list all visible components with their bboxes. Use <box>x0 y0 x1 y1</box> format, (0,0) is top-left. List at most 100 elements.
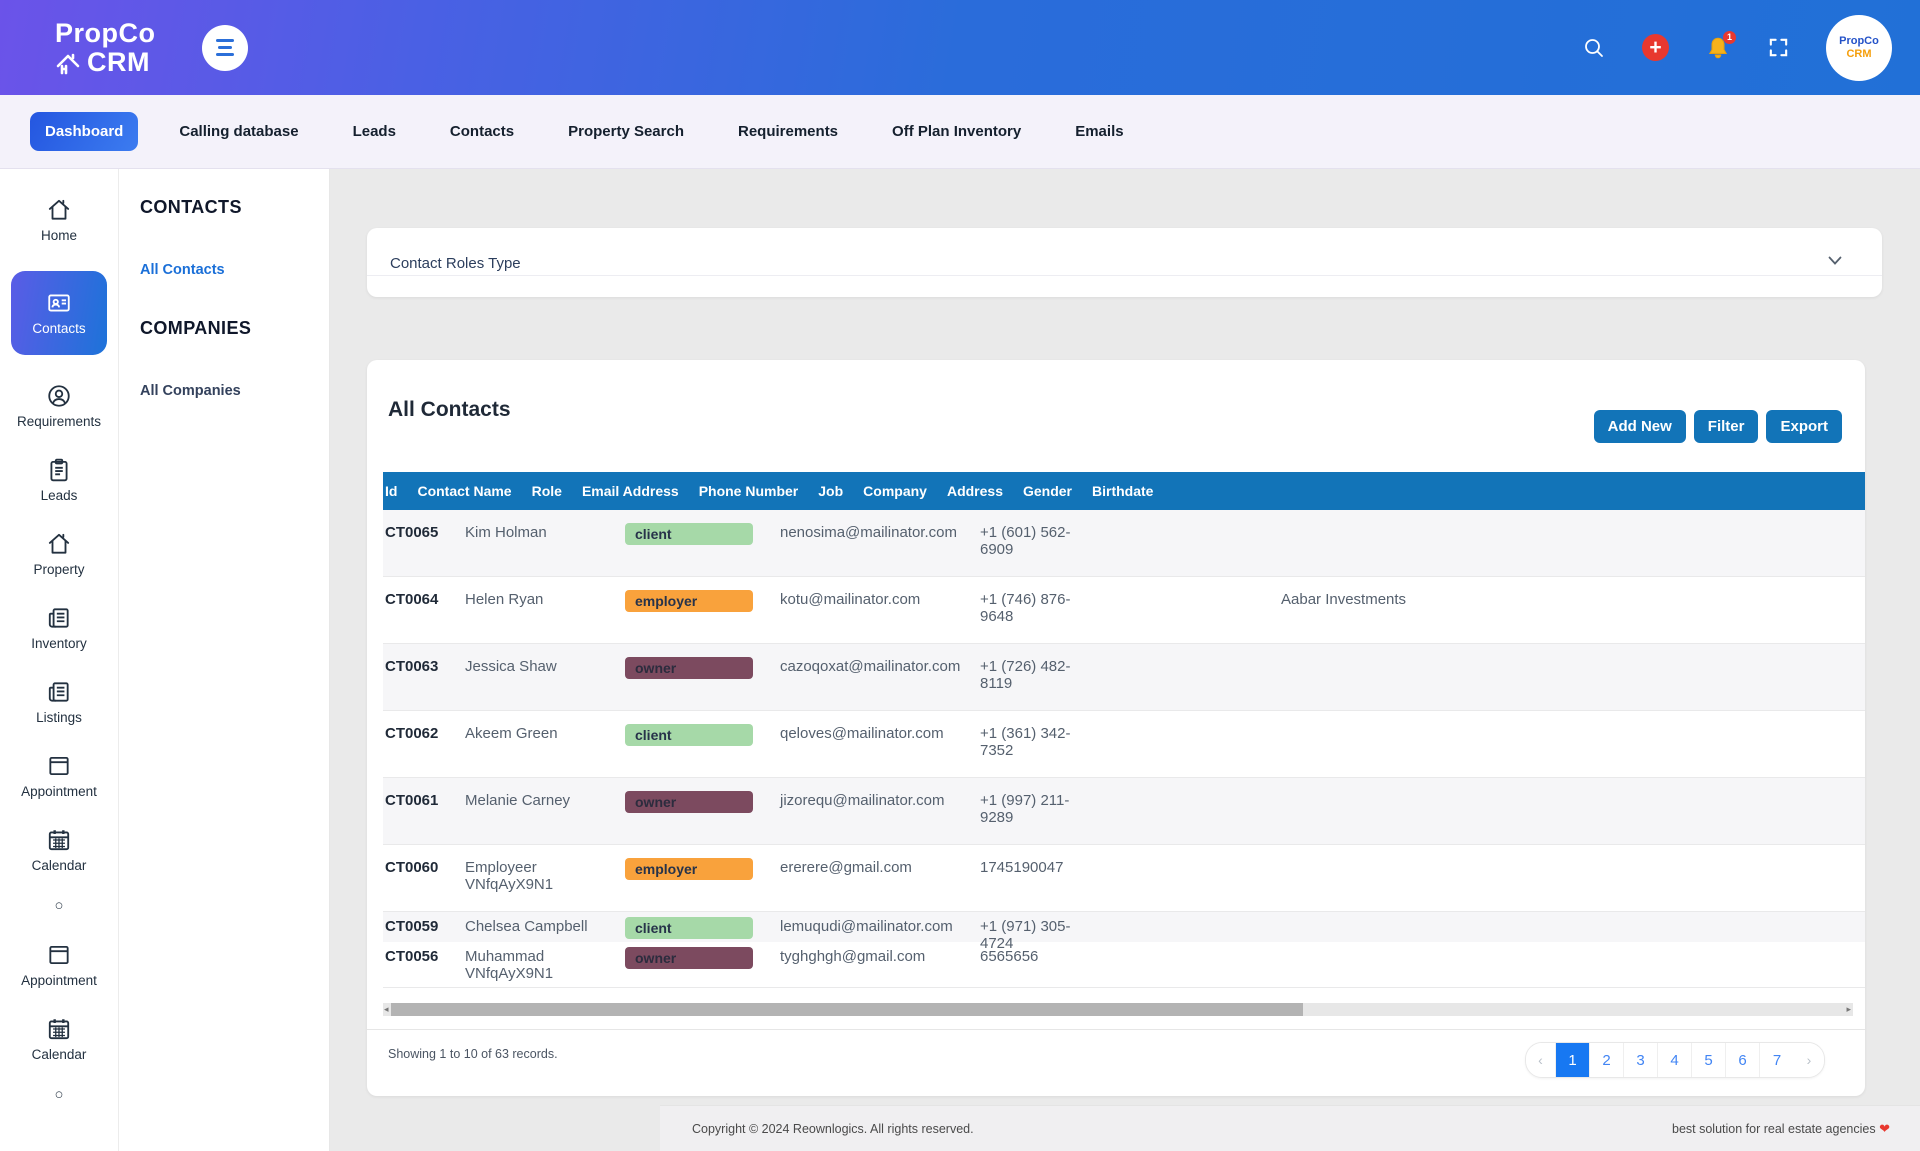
main-nav-tab[interactable]: Contacts <box>423 123 541 140</box>
table-row[interactable]: CT0063 Jessica Shaw owner cazoqoxat@mail… <box>383 644 1865 711</box>
avatar-logo-text-bottom: CRM <box>1846 48 1871 60</box>
table-row[interactable]: CT0060 Employeer VNfqAyX9N1 employer ere… <box>383 845 1865 912</box>
menu-toggle-button[interactable] <box>202 25 248 71</box>
table-header-cell[interactable]: Contact Name <box>415 483 529 499</box>
cell-email: qeloves@mailinator.com <box>778 711 978 777</box>
role-badge: client <box>625 724 753 746</box>
home-icon <box>46 197 72 223</box>
pagination: ‹ 1 2 3 4 5 6 7 <box>1525 1042 1825 1078</box>
role-badge: owner <box>625 791 753 813</box>
main-nav-tab[interactable]: Dashboard <box>30 112 138 151</box>
sidebar-item[interactable]: Requirements <box>11 383 107 429</box>
pagination-page-button[interactable]: 2 <box>1590 1043 1624 1077</box>
pagination-page-button[interactable]: 3 <box>1624 1043 1658 1077</box>
cell-birthdate <box>1829 711 1865 777</box>
table-row[interactable]: CT0064 Helen Ryan employer kotu@mailinat… <box>383 577 1865 644</box>
search-icon[interactable] <box>1582 36 1606 60</box>
sidebar-item[interactable]: Contacts <box>11 271 107 355</box>
pagination-next-button[interactable]: › <box>1794 1043 1824 1077</box>
sidebar-item[interactable] <box>11 901 107 914</box>
newspaper-icon <box>46 605 72 631</box>
table-row[interactable]: CT0065 Kim Holman client nenosima@mailin… <box>383 510 1865 577</box>
cell-address <box>1439 845 1694 911</box>
table-header-cell[interactable]: Email Address <box>580 483 697 499</box>
pagination-prev-button[interactable]: ‹ <box>1526 1043 1556 1077</box>
cell-contact-id: CT0059 <box>383 912 463 942</box>
cell-contact-name: Kim Holman <box>463 510 623 576</box>
cell-contact-name: Helen Ryan <box>463 577 623 643</box>
table-header-cell[interactable]: Gender <box>1021 483 1090 499</box>
table-row[interactable]: CT0061 Melanie Carney owner jizorequ@mai… <box>383 778 1865 845</box>
table-row[interactable]: CT0062 Akeem Green client qeloves@mailin… <box>383 711 1865 778</box>
filter-button[interactable]: Filter <box>1694 410 1759 443</box>
footer: Copyright © 2024 Reownlogics. All rights… <box>660 1105 1920 1151</box>
cell-address <box>1439 778 1694 844</box>
main-nav-tab[interactable]: Off Plan Inventory <box>865 123 1048 140</box>
pagination-page-label: 6 <box>1738 1052 1746 1069</box>
cell-company <box>1279 845 1439 911</box>
main-nav-tab[interactable]: Leads <box>326 123 423 140</box>
cell-address <box>1439 510 1694 576</box>
cell-job <box>1124 912 1279 942</box>
app-logo: PropCo CRM <box>55 20 156 76</box>
table-header-cell[interactable]: Address <box>945 483 1021 499</box>
sidebar-item[interactable]: Appointment <box>11 942 107 988</box>
add-new-button[interactable]: Add New <box>1594 410 1686 443</box>
table-row[interactable]: CT0056 Muhammad VNfqAyX9N1 owner tyghghg… <box>383 942 1865 988</box>
cell-job <box>1124 778 1279 844</box>
sidebar-item-label: Leads <box>41 488 78 503</box>
table-header-cell[interactable]: Company <box>861 483 945 499</box>
contact-roles-type-select[interactable]: Contact Roles Type <box>390 255 521 272</box>
main-nav-tab[interactable]: Emails <box>1048 123 1150 140</box>
pagination-page-button[interactable]: 6 <box>1726 1043 1760 1077</box>
table-header-cell[interactable]: Role <box>530 483 580 499</box>
main-nav-tab[interactable]: Calling database <box>152 123 325 140</box>
notifications-button[interactable]: 1 <box>1705 35 1731 61</box>
pagination-page-button[interactable]: 5 <box>1692 1043 1726 1077</box>
sidebar-item[interactable]: Inventory <box>11 605 107 651</box>
cell-job <box>1124 711 1279 777</box>
submenu-link-all-contacts[interactable]: All Contacts <box>140 262 329 278</box>
calendar-icon <box>46 827 72 853</box>
cell-phone: +1 (971) 305-4724 <box>978 912 1124 942</box>
sidebar-item[interactable]: Property <box>11 531 107 577</box>
sidebar-item-label: Calendar <box>32 858 87 873</box>
icon-sidebar: Home Contacts Requirements <box>0 169 119 1151</box>
cell-contact-name: Jessica Shaw <box>463 644 623 710</box>
export-button[interactable]: Export <box>1766 410 1842 443</box>
window-icon <box>46 753 72 779</box>
pagination-page-button[interactable]: 4 <box>1658 1043 1692 1077</box>
cell-company <box>1279 942 1439 987</box>
pagination-page-button[interactable]: 7 <box>1760 1043 1794 1077</box>
sidebar-item[interactable] <box>11 1090 107 1103</box>
table-body: CT0065 Kim Holman client nenosima@mailin… <box>383 510 1865 988</box>
horizontal-scrollbar[interactable]: ◂ ▸ <box>383 1003 1853 1016</box>
scrollbar-thumb[interactable] <box>391 1003 1303 1016</box>
sidebar-item[interactable]: Calendar <box>11 827 107 873</box>
quick-add-button[interactable]: + <box>1642 34 1669 61</box>
table-header-cell[interactable]: Birthdate <box>1090 483 1171 499</box>
table-header-cell[interactable]: Phone Number <box>697 483 817 499</box>
pagination-page-button[interactable]: 1 <box>1556 1043 1590 1077</box>
user-avatar[interactable]: PropCo CRM <box>1826 15 1892 81</box>
fullscreen-icon[interactable] <box>1767 36 1790 59</box>
cell-phone: +1 (361) 342-7352 <box>978 711 1124 777</box>
cell-job <box>1124 644 1279 710</box>
plus-icon: + <box>1649 37 1661 58</box>
main-nav-tab[interactable]: Property Search <box>541 123 711 140</box>
scroll-right-arrow-icon[interactable]: ▸ <box>1846 1005 1851 1014</box>
table-header-cell[interactable]: Id <box>383 483 415 499</box>
sidebar-item[interactable]: Appointment <box>11 753 107 799</box>
main-nav-tab[interactable]: Requirements <box>711 123 865 140</box>
main-nav-tab-label: Calling database <box>179 123 298 140</box>
scroll-left-arrow-icon[interactable]: ◂ <box>384 1005 389 1014</box>
sidebar-item[interactable]: Home <box>11 197 107 243</box>
sidebar-item[interactable]: Calendar <box>11 1016 107 1062</box>
table-header-cell[interactable]: Job <box>816 483 861 499</box>
sidebar-item[interactable]: Leads <box>11 457 107 503</box>
submenu-link-all-companies[interactable]: All Companies <box>140 383 329 399</box>
chevron-down-icon[interactable] <box>1828 256 1842 265</box>
sidebar-item[interactable]: Listings <box>11 679 107 725</box>
table-row[interactable]: CT0059 Chelsea Campbell client lemuqudi@… <box>383 912 1865 942</box>
app-logo-text-bottom: CRM <box>87 49 150 76</box>
